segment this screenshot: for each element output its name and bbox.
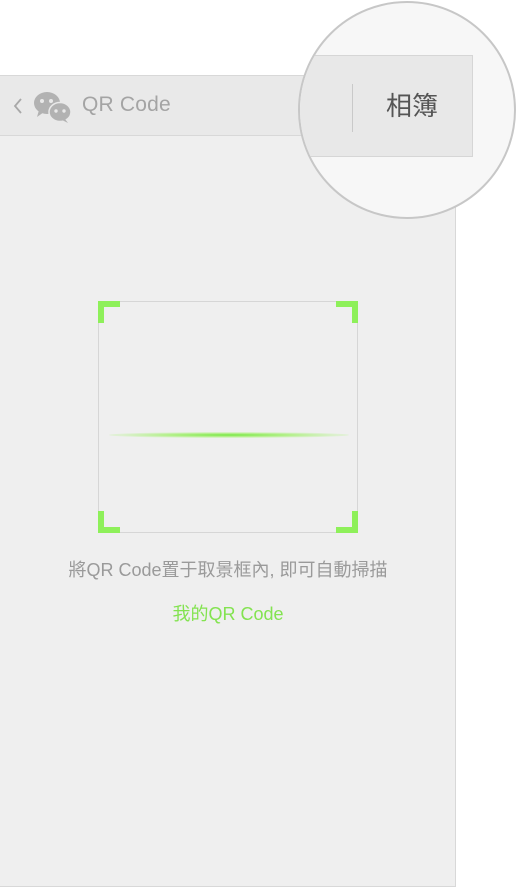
scan-viewfinder [98,301,358,533]
my-qr-code-link[interactable]: 我的QR Code [0,600,456,626]
album-button[interactable]: 相簿 [362,86,462,126]
viewfinder-corner-bottom-right [336,511,358,533]
viewfinder-corner-bottom-left [98,511,120,533]
wechat-icon [34,92,72,123]
magnified-navbar: 相簿 [300,55,473,157]
chevron-left-icon[interactable] [12,96,24,116]
page-title: QR Code [82,93,171,116]
zoom-magnifier: 相簿 [298,1,516,219]
scan-line [109,432,349,438]
scan-hint-text: 將QR Code置于取景框內, 即可自動掃描 [68,560,388,580]
viewfinder-corner-top-left [98,301,120,323]
viewfinder-corner-top-right [336,301,358,323]
divider [352,84,353,132]
